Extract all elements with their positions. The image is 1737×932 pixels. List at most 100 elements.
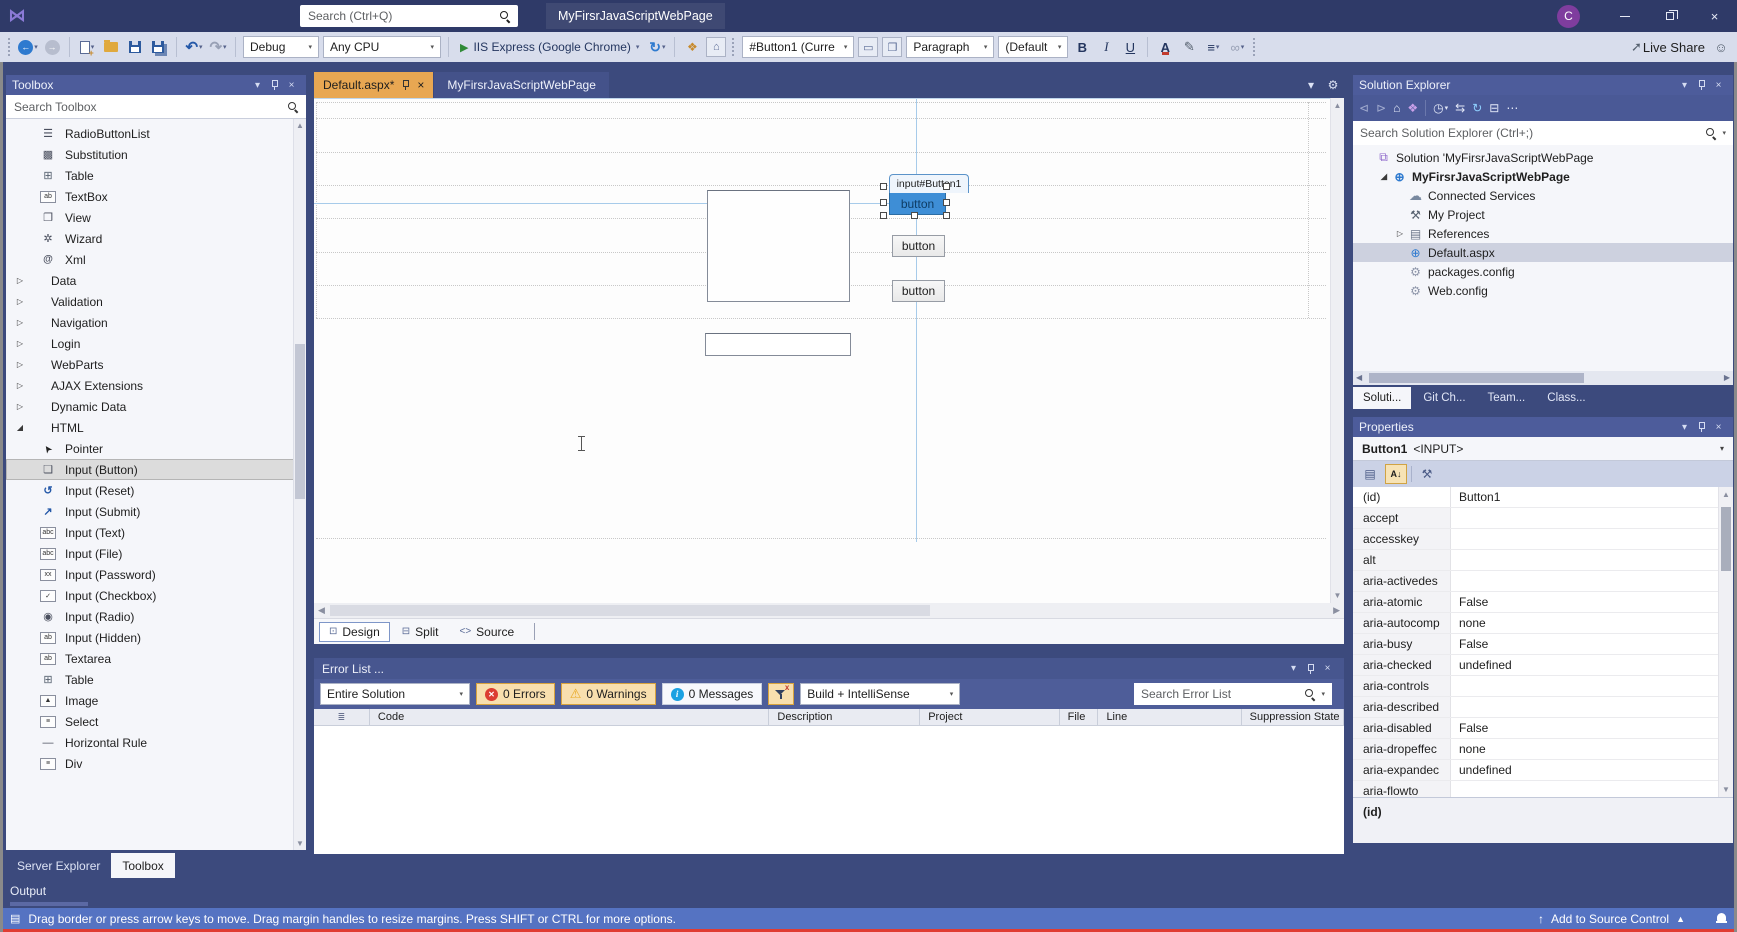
tree-item[interactable]: ☁ Connected Services [1353,186,1733,205]
toolbar-grip[interactable] [732,38,736,56]
toolbox-item[interactable]: ab Input (Hidden) [6,627,306,648]
property-row[interactable]: aria-described [1353,697,1718,718]
hyperlink-button[interactable]: ∞▾ [1227,37,1247,57]
property-row[interactable]: aria-dropeffec none [1353,739,1718,760]
panel-tab[interactable]: Soluti... [1353,387,1411,409]
target-rule-button[interactable]: ▭ [858,37,878,57]
sync-with-active-document-button[interactable]: ❖ [1407,101,1418,115]
tree-item[interactable]: ⚒ My Project [1353,205,1733,224]
font-color-button[interactable]: A [1155,37,1175,57]
properties-object-selector[interactable]: Button1 <INPUT> ▾ [1353,437,1733,461]
panel-tab[interactable]: Class... [1537,387,1595,409]
filter-button[interactable] [768,683,794,705]
scroll-down-icon[interactable]: ▼ [294,839,306,848]
tree-item[interactable]: ▷ ▤ References [1353,224,1733,243]
property-row[interactable]: aria-expandec undefined [1353,760,1718,781]
property-row[interactable]: aria-atomic False [1353,592,1718,613]
error-list-search-input[interactable]: Search Error List ▾ [1134,683,1332,705]
toolbox-item[interactable]: ☰ RadioButtonList [6,123,306,144]
scrollbar-thumb[interactable] [1721,507,1731,571]
underline-button[interactable]: U [1120,37,1140,57]
attach-button[interactable]: ❖ [682,37,702,57]
toolbox-item[interactable]: ▩ Substitution [6,144,306,165]
expander-icon[interactable]: ◢ [14,423,26,432]
toolbox-item[interactable]: ▷ Data [6,270,306,291]
notifications-bell-icon[interactable] [1716,913,1727,924]
save-button[interactable] [125,37,145,57]
pin-button[interactable] [1693,419,1710,435]
resize-handle[interactable] [911,212,918,219]
scroll-up-icon[interactable]: ▲ [1334,101,1342,110]
toolbox-item[interactable]: ✲ Wizard [6,228,306,249]
navigate-back-button[interactable]: ←▾ [18,37,38,57]
toolbox-item[interactable]: ✓ Input (Checkbox) [6,585,306,606]
toolbox-item[interactable]: — Horizontal Rule [6,732,306,753]
property-row[interactable]: aria-disabled False [1353,718,1718,739]
minimize-button[interactable] [1602,0,1647,32]
column-header[interactable]: File [1060,709,1099,725]
bold-button[interactable]: B [1072,37,1092,57]
design-surface[interactable]: input#Button1 button button button [314,98,1330,603]
close-icon[interactable]: × [417,78,424,92]
font-dropdown[interactable]: (Default▾ [998,36,1068,58]
resize-handle[interactable] [943,212,950,219]
pin-button[interactable] [1693,77,1710,93]
resize-handle[interactable] [880,212,887,219]
switch-views-button[interactable]: ⇆ [1455,101,1465,115]
close-icon[interactable]: × [1710,419,1727,435]
platform-dropdown[interactable]: Any CPU▾ [323,36,441,58]
element-selector-dropdown[interactable]: #Button1 (Curre▾ [742,36,854,58]
editor-vertical-scrollbar[interactable]: ▲ ▼ [1330,98,1344,603]
pin-button[interactable] [1302,661,1319,677]
toolbox-item[interactable]: xx Input (Password) [6,564,306,585]
scrollbar-thumb[interactable] [295,344,305,499]
property-row[interactable]: (id) Button1 [1353,487,1718,508]
panel-tab[interactable]: Git Ch... [1413,387,1475,409]
close-icon[interactable]: × [1319,661,1336,677]
design-button-2[interactable]: button [892,235,945,257]
property-row[interactable]: accesskey [1353,529,1718,550]
expander-icon[interactable]: ▷ [14,339,26,348]
toolbox-item[interactable]: ▷ Navigation [6,312,306,333]
toolbox-scrollbar[interactable]: ▲ ▼ [293,119,306,850]
pin-icon[interactable] [401,79,410,91]
toolbox-item[interactable]: @ Xml [6,249,306,270]
toolbox-search-input[interactable]: Search Toolbox [6,95,306,119]
chevron-down-icon[interactable]: ▾ [1676,77,1693,93]
new-project-button[interactable]: ▾ [77,37,97,57]
chevron-down-icon[interactable]: ▾ [1676,419,1693,435]
home-button[interactable]: ⌂ [1393,101,1400,115]
messages-filter-button[interactable]: i 0 Messages [662,683,763,705]
panel-tab[interactable]: Toolbox [111,853,174,878]
property-pages-button[interactable]: ⚒ [1416,464,1438,484]
properties-scrollbar[interactable]: ▲ ▼ [1718,487,1733,797]
start-debugging-button[interactable]: ▶ IIS Express (Google Chrome) ▾ [456,40,643,54]
scroll-up-icon[interactable]: ▲ [1719,490,1733,499]
tree-item[interactable]: ⚙ Web.config [1353,281,1733,300]
expander-icon[interactable]: ▷ [14,318,26,327]
toolbox-item[interactable]: abc Input (File) [6,543,306,564]
toolbox-item[interactable]: ▷ Dynamic Data [6,396,306,417]
highlight-button[interactable]: ✎ [1179,37,1199,57]
column-header[interactable]: Project [920,709,1059,725]
add-to-source-control-button[interactable]: Add to Source Control [1551,912,1669,926]
tree-item[interactable]: ◢ ⊕ MyFirsrJavaScriptWebPage [1353,167,1733,186]
tab-list-chevron-icon[interactable]: ▾ [1300,72,1322,98]
collapse-all-button[interactable]: ⊟ [1489,101,1499,115]
tree-item[interactable]: ⧉ Solution 'MyFirsrJavaScriptWebPage [1353,148,1733,167]
toolbox-item[interactable]: ab Textarea [6,648,306,669]
pin-button[interactable] [266,77,283,93]
toolbox-item[interactable]: ❏ Input (Button) [6,459,306,480]
open-file-button[interactable] [101,37,121,57]
property-row[interactable]: aria-flowto [1353,781,1718,797]
solution-config-dropdown[interactable]: Debug▾ [243,36,319,58]
toolbox-item[interactable]: ≡ Select [6,711,306,732]
save-all-button[interactable] [149,37,169,57]
build-filter-dropdown[interactable]: Build + IntelliSense▾ [800,683,960,705]
output-tab[interactable]: Output [10,884,46,898]
column-header[interactable]: Line [1098,709,1241,725]
redo-button[interactable]: ↷▾ [208,37,228,57]
chevron-down-icon[interactable]: ▾ [1285,661,1302,677]
expander-icon[interactable]: ▷ [14,402,26,411]
restore-button[interactable] [1647,0,1692,32]
